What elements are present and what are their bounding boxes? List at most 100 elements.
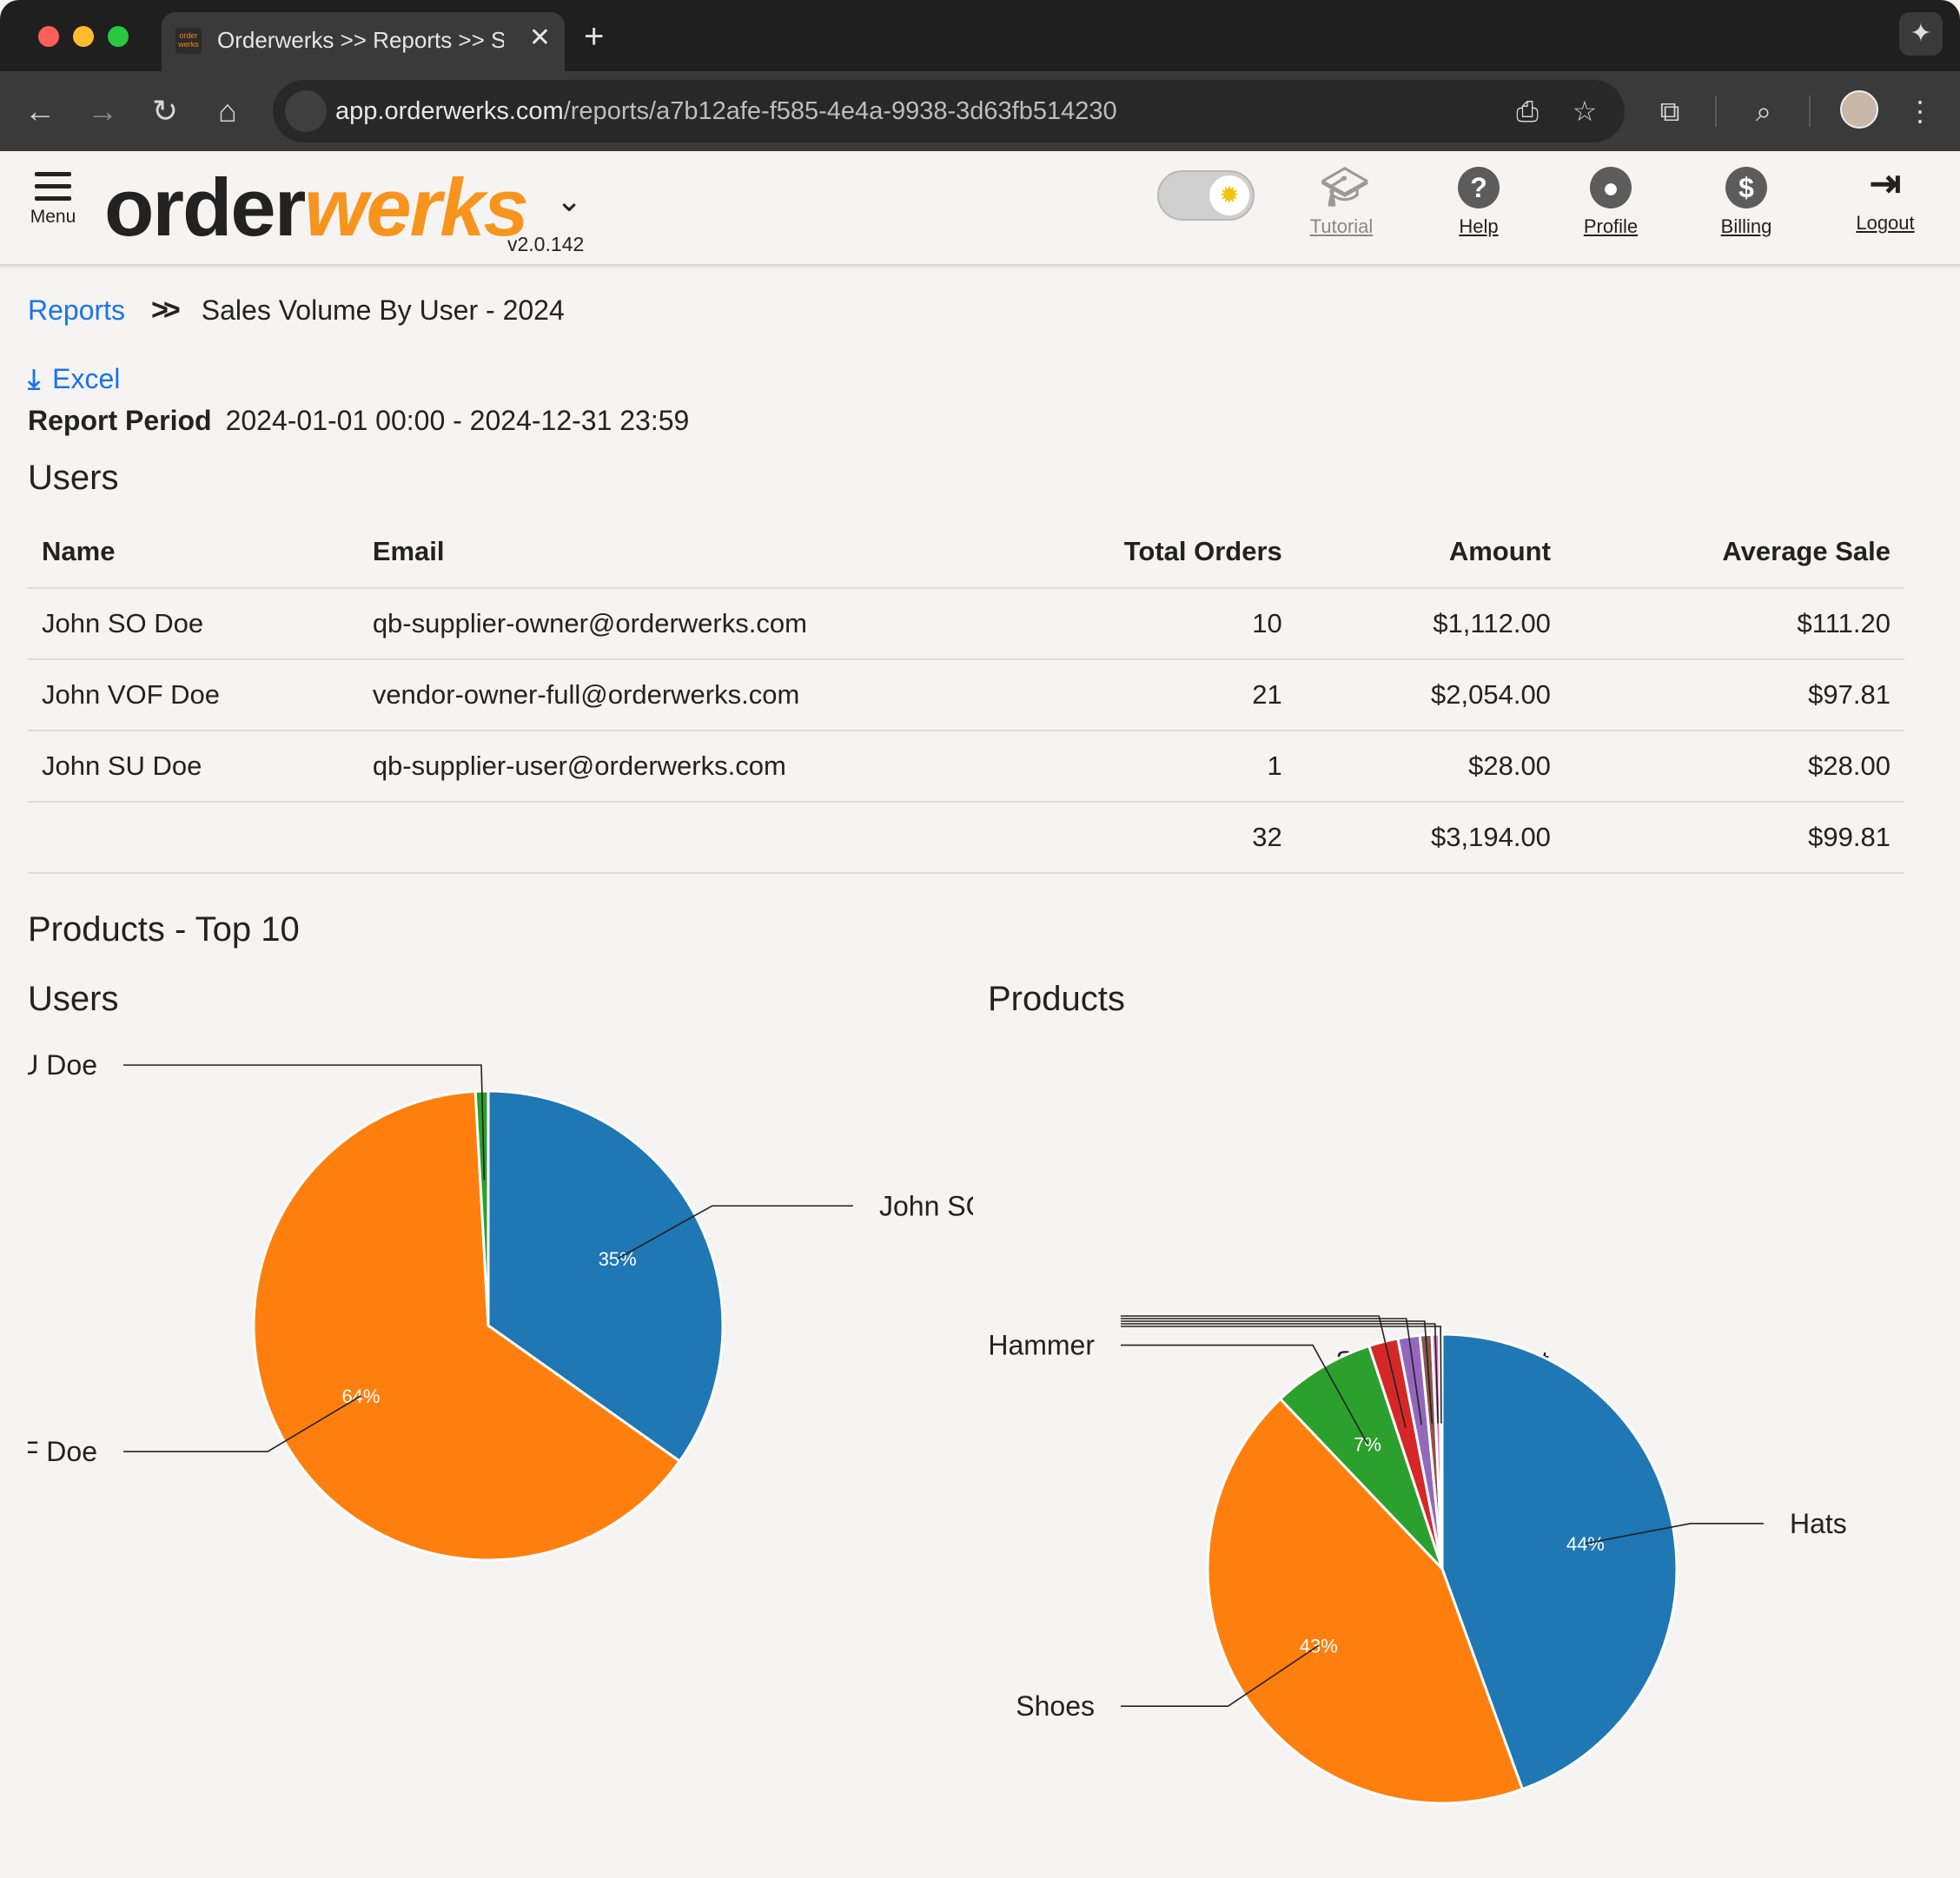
table-row: John VOF Doe vendor-owner-full@orderwerk… xyxy=(28,659,1904,731)
back-icon[interactable]: ← xyxy=(17,89,63,134)
maximize-window-button[interactable] xyxy=(108,26,129,47)
logout-link[interactable]: ⇥ Logout xyxy=(1852,163,1918,235)
reload-icon[interactable]: ↻ xyxy=(142,89,188,134)
amount-cell: $2,054.00 xyxy=(1295,659,1565,731)
sales-by-user-chart: Sales By User35%John SO Doe64%John VOF D… xyxy=(28,1055,973,1878)
users-table: Name Email Total Orders Amount Average S… xyxy=(28,516,1904,874)
column-header: Total Orders xyxy=(974,516,1296,589)
install-app-icon[interactable]: ⎙ xyxy=(1506,90,1548,132)
question-icon: ? xyxy=(1458,167,1500,208)
excel-download-button[interactable]: ⤓ Excel xyxy=(28,363,120,396)
total-orders-cell: 1 xyxy=(974,731,1296,803)
logout-icon: ⇥ xyxy=(1869,162,1902,205)
table-header-row: Name Email Total Orders Amount Average S… xyxy=(28,516,1904,589)
column-header: Amount xyxy=(1295,516,1565,589)
average-sale-cell: $28.00 xyxy=(1564,731,1904,803)
dollar-icon: $ xyxy=(1725,167,1767,208)
empty-cell xyxy=(28,802,359,874)
sales-by-product-svg: Sales By Product44%Hats43%Shoes7%Hammer xyxy=(988,1315,1847,1805)
sales-by-product-chart: Sales By Product44%Hats43%Shoes7%Hammer xyxy=(959,1055,1904,1878)
report-period-value: 2024-01-01 00:00 - 2024-12-31 23:59 xyxy=(225,405,690,436)
column-header: Email xyxy=(358,516,975,589)
browser-profile-avatar[interactable] xyxy=(1840,90,1878,129)
minimize-window-button[interactable] xyxy=(73,26,94,47)
hamburger-icon xyxy=(26,172,80,201)
total-orders-cell: 10 xyxy=(974,588,1296,660)
user-email-cell: qb-supplier-owner@orderwerks.com xyxy=(358,588,975,660)
favicon-icon: order werks xyxy=(175,28,202,54)
orderwerks-logo[interactable]: orderwerks xyxy=(104,160,529,255)
percent-label: 44% xyxy=(1566,1533,1605,1555)
home-icon[interactable]: ⌂ xyxy=(205,89,250,134)
sales-by-user-svg: Sales By User35%John SO Doe64%John VOF D… xyxy=(28,1055,973,1562)
help-link[interactable]: ? Help xyxy=(1446,167,1512,238)
total-amount-sum: $3,194.00 xyxy=(1295,802,1565,874)
users-chart-heading: Users xyxy=(28,980,119,1018)
average-sale-cell: $97.81 xyxy=(1564,659,1904,731)
percent-label: 7% xyxy=(1354,1433,1381,1455)
billing-link[interactable]: $ Billing xyxy=(1713,167,1779,238)
user-icon: ● xyxy=(1590,167,1632,208)
profile-link[interactable]: ● Profile xyxy=(1574,167,1647,238)
slice-label: John VOF Doe xyxy=(28,1436,97,1467)
tutorial-link[interactable]: 🎓︎ Tutorial xyxy=(1301,167,1381,238)
users-section-title: Users xyxy=(28,459,119,497)
breadcrumb-current: Sales Volume By User - 2024 xyxy=(201,294,565,326)
address-bar[interactable]: app.orderwerks.com/reports/a7b12afe-f585… xyxy=(273,80,1625,142)
amount-cell: $1,112.00 xyxy=(1295,588,1565,660)
slice-label: Hats xyxy=(1790,1508,1847,1539)
menu-button[interactable]: Menu xyxy=(26,172,80,228)
graduation-cap-icon: 🎓︎ xyxy=(1321,166,1369,208)
slice-label: Hammer xyxy=(988,1330,1095,1361)
breadcrumb-reports-link[interactable]: Reports xyxy=(28,294,125,326)
column-header: Average Sale xyxy=(1564,516,1904,589)
forward-icon[interactable]: → xyxy=(80,89,125,134)
total-orders-sum: 32 xyxy=(974,802,1296,874)
app-header: Menu orderwerks ⌄ v2.0.142 ✹ 🎓︎ Tutorial… xyxy=(0,151,1960,266)
new-tab-icon[interactable]: + xyxy=(584,17,604,56)
report-period-label: Report Period xyxy=(28,405,212,436)
user-name-cell: John SO Doe xyxy=(28,588,359,660)
toolbar-divider xyxy=(1809,96,1811,127)
chevron-down-icon[interactable]: ⌄ xyxy=(556,182,582,219)
tab-bar: order werks Orderwerks >> Reports >> Sal… xyxy=(0,0,1960,71)
browser-toolbar: ← → ↻ ⌂ app.orderwerks.com/reports/a7b12… xyxy=(0,71,1960,151)
total-orders-cell: 21 xyxy=(974,659,1296,731)
user-name-cell: John VOF Doe xyxy=(28,659,359,731)
double-chevron-right-icon: >> xyxy=(151,294,181,327)
report-period: Report Period 2024-01-01 00:00 - 2024-12-… xyxy=(28,405,689,437)
tab-search-icon[interactable]: ⌕ xyxy=(1743,90,1785,132)
breadcrumb: Reports >> Sales Volume By User - 2024 xyxy=(28,294,565,327)
tab-title: Orderwerks >> Reports >> Sales Volume By… xyxy=(217,27,504,53)
products-top10-title: Products - Top 10 xyxy=(28,910,300,949)
user-email-cell: qb-supplier-user@orderwerks.com xyxy=(358,731,975,803)
average-sale-cell: $111.20 xyxy=(1564,588,1904,660)
bookmark-star-icon[interactable]: ☆ xyxy=(1564,90,1606,132)
extensions-icon[interactable]: ⧉ xyxy=(1649,90,1691,132)
close-window-button[interactable] xyxy=(38,26,59,47)
user-email-cell: vendor-owner-full@orderwerks.com xyxy=(358,659,975,731)
sun-icon: ✹ xyxy=(1209,175,1249,215)
slice-label: John SU Doe xyxy=(28,1055,97,1081)
slice-label: Shoes xyxy=(1016,1690,1095,1722)
user-name-cell: John SU Doe xyxy=(28,731,359,803)
more-menu-icon[interactable]: ⋮ xyxy=(1899,90,1941,132)
theme-toggle[interactable]: ✹ xyxy=(1157,170,1255,221)
site-settings-icon[interactable] xyxy=(285,90,327,132)
products-chart-heading: Products xyxy=(988,980,1125,1018)
toolbar-divider xyxy=(1715,96,1717,127)
browser-tab[interactable]: order werks Orderwerks >> Reports >> Sal… xyxy=(162,12,565,71)
empty-cell xyxy=(358,802,975,874)
download-icon: ⤓ xyxy=(28,363,41,394)
total-average-sale: $99.81 xyxy=(1564,802,1904,874)
tab-close-icon[interactable]: ✕ xyxy=(529,21,551,56)
menu-label: Menu xyxy=(30,207,76,227)
amount-cell: $28.00 xyxy=(1295,731,1565,803)
totals-row: 32 $3,194.00 $99.81 xyxy=(28,802,1904,874)
browser-window: order werks Orderwerks >> Reports >> Sal… xyxy=(0,0,1960,1878)
sparkle-icon[interactable]: ✦ xyxy=(1899,12,1943,56)
app-version: v2.0.142 xyxy=(507,233,585,255)
table-row: John SO Doe qb-supplier-owner@orderwerks… xyxy=(28,588,1904,660)
column-header: Name xyxy=(28,516,359,589)
table-row: John SU Doe qb-supplier-user@orderwerks.… xyxy=(28,731,1904,803)
